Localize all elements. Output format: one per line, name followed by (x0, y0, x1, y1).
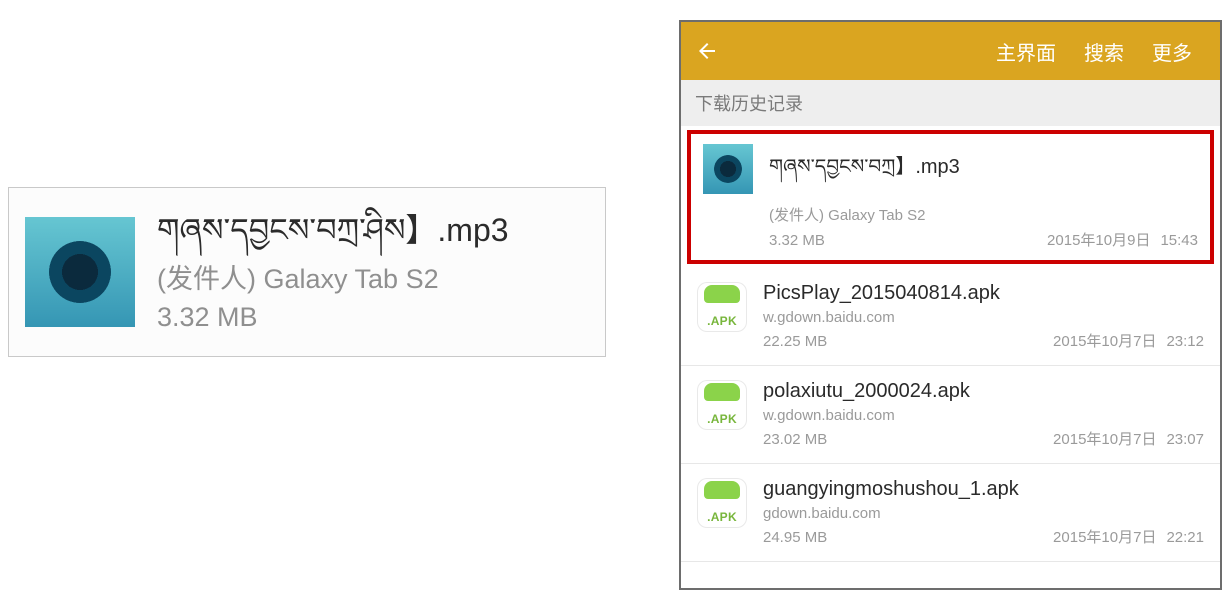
item-time: 23:07 (1166, 431, 1204, 448)
item-body: polaxiutu_2000024.apk w.gdown.baidu.com … (763, 380, 1204, 449)
item-date: 2015年10月7日 (1053, 330, 1156, 351)
item-filename: guangyingmoshushou_1.apk (763, 478, 1204, 501)
appbar-search-button[interactable]: 搜索 (1070, 37, 1138, 66)
appbar-home-button[interactable]: 主界面 (982, 37, 1070, 66)
download-history-screen: 主界面 搜索 更多 下载历史记录 གཞས་དབྱངས་བཀྲ】.mp3 (发件人… (679, 20, 1222, 590)
item-filesize: 23.02 MB (763, 431, 827, 448)
callout-connector-line (606, 190, 688, 191)
list-item[interactable]: གཞས་དབྱངས་བཀྲ】.mp3 (发件人) Galaxy Tab S2 3… (687, 130, 1214, 264)
back-arrow-icon[interactable] (695, 39, 719, 63)
app-bar: 主界面 搜索 更多 (681, 22, 1220, 80)
item-time: 23:12 (1166, 333, 1204, 350)
item-filesize: 22.25 MB (763, 333, 827, 350)
music-file-icon (703, 144, 753, 194)
item-body: PicsPlay_2015040814.apk w.gdown.baidu.co… (763, 282, 1204, 351)
item-time: 15:43 (1160, 232, 1198, 249)
item-source: w.gdown.baidu.com (763, 309, 1204, 326)
zoom-sender: (发件人) Galaxy Tab S2 (157, 257, 589, 296)
section-header: 下载历史记录 (681, 80, 1220, 126)
item-date: 2015年10月7日 (1053, 526, 1156, 547)
item-filename: polaxiutu_2000024.apk (763, 380, 1204, 403)
apk-badge-label: .APK (707, 412, 737, 426)
apk-file-icon: .APK (697, 478, 747, 528)
list-item[interactable]: .APK polaxiutu_2000024.apk w.gdown.baidu… (681, 366, 1220, 464)
item-date: 2015年10月7日 (1053, 428, 1156, 449)
apk-file-icon: .APK (697, 282, 747, 332)
item-filesize: 24.95 MB (763, 529, 827, 546)
item-filename: གཞས་དབྱངས་བཀྲ】.mp3 (769, 144, 1198, 200)
zoom-detail-panel: གཞས་དབྱངས་བཀྲ་ཤིས】.mp3 (发件人) Galaxy Tab … (8, 187, 606, 357)
zoom-filename: གཞས་དབྱངས་བཀྲ་ཤིས】.mp3 (157, 211, 589, 249)
item-time: 22:21 (1166, 529, 1204, 546)
item-date: 2015年10月9日 (1047, 229, 1150, 250)
item-source: gdown.baidu.com (763, 505, 1204, 522)
music-thumbnail (25, 217, 135, 327)
appbar-more-button[interactable]: 更多 (1138, 37, 1206, 66)
zoom-info: གཞས་དབྱངས་བཀྲ་ཤིས】.mp3 (发件人) Galaxy Tab … (157, 211, 589, 333)
item-source: w.gdown.baidu.com (763, 407, 1204, 424)
item-filename: PicsPlay_2015040814.apk (763, 282, 1204, 305)
list-item[interactable]: .APK PicsPlay_2015040814.apk w.gdown.bai… (681, 268, 1220, 366)
item-filesize: 3.32 MB (769, 232, 825, 249)
item-body: guangyingmoshushou_1.apk gdown.baidu.com… (763, 478, 1204, 547)
apk-badge-label: .APK (707, 314, 737, 328)
item-source: (发件人) Galaxy Tab S2 (769, 204, 1198, 225)
item-body: གཞས་དབྱངས་བཀྲ】.mp3 (发件人) Galaxy Tab S2 3… (769, 144, 1198, 250)
apk-file-icon: .APK (697, 380, 747, 430)
list-item[interactable]: .APK guangyingmoshushou_1.apk gdown.baid… (681, 464, 1220, 562)
apk-badge-label: .APK (707, 510, 737, 524)
zoom-filesize: 3.32 MB (157, 302, 589, 333)
download-list[interactable]: གཞས་དབྱངས་བཀྲ】.mp3 (发件人) Galaxy Tab S2 3… (681, 126, 1220, 588)
